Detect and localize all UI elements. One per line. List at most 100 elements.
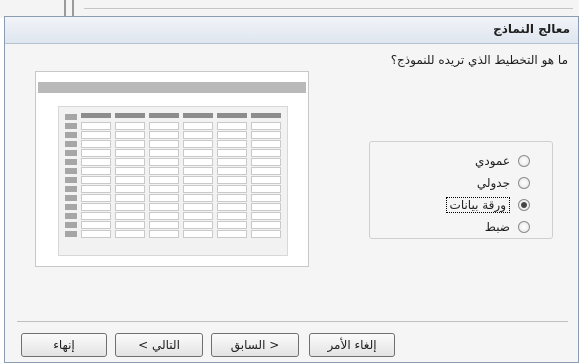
- preview-cell: [81, 203, 111, 211]
- preview-column-header: [251, 113, 281, 118]
- preview-header-bar: [38, 82, 306, 93]
- option-datasheet-label: ورقة بيانات: [445, 197, 510, 213]
- preview-cell: [251, 194, 281, 202]
- preview-cell: [183, 167, 213, 175]
- preview-cell: [217, 167, 247, 175]
- form-wizard-dialog: معالج النماذج ما هو التخطيط الذي تريده ل…: [4, 16, 579, 363]
- preview-cell: [149, 131, 179, 139]
- preview-cell: [149, 158, 179, 166]
- title-bar: معالج النماذج: [5, 17, 578, 44]
- preview-row-header: [65, 159, 77, 165]
- preview-row-header: [65, 168, 77, 174]
- next-button[interactable]: التالي >: [115, 333, 203, 357]
- preview-cell: [217, 176, 247, 184]
- dialog-title: معالج النماذج: [493, 22, 570, 36]
- radio-columnar[interactable]: [518, 155, 530, 167]
- preview-row-header: [65, 195, 77, 201]
- preview-cell: [81, 212, 111, 220]
- option-datasheet[interactable]: ورقة بيانات: [445, 196, 530, 214]
- preview-cell: [217, 194, 247, 202]
- layout-options-group: عمودي جدولي ورقة بيانات ضبط: [369, 141, 553, 239]
- preview-cell: [183, 149, 213, 157]
- preview-row-header: [65, 141, 77, 147]
- preview-cell: [115, 131, 145, 139]
- preview-cell: [115, 185, 145, 193]
- preview-cell: [183, 131, 213, 139]
- layout-question: ما هو التخطيط الذي تريده للنموذج؟: [390, 53, 568, 67]
- preview-cell: [217, 131, 247, 139]
- preview-row-header: [65, 186, 77, 192]
- radio-justified[interactable]: [518, 221, 530, 233]
- preview-row-header: [65, 114, 77, 120]
- background-divider: [84, 8, 573, 9]
- preview-cell: [81, 167, 111, 175]
- preview-cell: [81, 176, 111, 184]
- option-columnar-label: عمودي: [474, 154, 510, 168]
- preview-cell: [149, 149, 179, 157]
- preview-row-header: [65, 150, 77, 156]
- preview-cell: [149, 230, 179, 238]
- option-columnar[interactable]: عمودي: [475, 152, 530, 170]
- preview-cell: [149, 203, 179, 211]
- preview-cell: [81, 221, 111, 229]
- option-justified-label: ضبط: [484, 220, 510, 234]
- cancel-button[interactable]: إلغاء الأمر: [309, 333, 395, 357]
- preview-cell: [251, 212, 281, 220]
- back-button[interactable]: < السابق: [211, 333, 299, 357]
- preview-cell: [149, 194, 179, 202]
- preview-cell: [251, 176, 281, 184]
- preview-cell: [149, 185, 179, 193]
- preview-cell: [183, 185, 213, 193]
- preview-cell: [115, 230, 145, 238]
- preview-column-header: [149, 113, 179, 118]
- preview-cell: [115, 140, 145, 148]
- preview-cell: [115, 194, 145, 202]
- preview-row-header: [65, 204, 77, 210]
- radio-datasheet[interactable]: [518, 199, 530, 211]
- preview-cell: [251, 131, 281, 139]
- preview-column-header: [81, 113, 111, 118]
- preview-cell: [217, 185, 247, 193]
- preview-cell: [183, 221, 213, 229]
- preview-cell: [149, 212, 179, 220]
- preview-cell: [217, 158, 247, 166]
- preview-row-header: [65, 132, 77, 138]
- preview-cell: [217, 149, 247, 157]
- preview-cell: [149, 140, 179, 148]
- preview-cell: [183, 140, 213, 148]
- preview-column-header: [115, 113, 145, 118]
- option-tabular[interactable]: جدولي: [477, 174, 530, 192]
- preview-cell: [217, 140, 247, 148]
- preview-cell: [251, 185, 281, 193]
- radio-tabular[interactable]: [518, 177, 530, 189]
- preview-cell: [115, 176, 145, 184]
- option-tabular-label: جدولي: [476, 176, 510, 190]
- finish-button[interactable]: إنهاء: [21, 333, 107, 357]
- button-separator: [17, 321, 568, 322]
- preview-cell: [115, 122, 145, 130]
- preview-datasheet-grid: [58, 106, 288, 256]
- preview-cell: [115, 149, 145, 157]
- preview-cell: [183, 158, 213, 166]
- preview-cell: [251, 221, 281, 229]
- preview-cell: [217, 221, 247, 229]
- option-justified[interactable]: ضبط: [485, 218, 530, 236]
- preview-cell: [217, 212, 247, 220]
- preview-row-header: [65, 213, 77, 219]
- preview-cell: [183, 203, 213, 211]
- preview-cell: [183, 230, 213, 238]
- preview-column-header: [183, 113, 213, 118]
- preview-cell: [183, 212, 213, 220]
- preview-cell: [183, 176, 213, 184]
- preview-cell: [115, 221, 145, 229]
- preview-cell: [251, 149, 281, 157]
- preview-cell: [81, 131, 111, 139]
- preview-cell: [149, 221, 179, 229]
- preview-row-header: [65, 177, 77, 183]
- preview-cell: [251, 167, 281, 175]
- preview-cell: [81, 158, 111, 166]
- preview-row-header: [65, 222, 77, 228]
- preview-cell: [217, 203, 247, 211]
- preview-cell: [251, 140, 281, 148]
- preview-cell: [81, 149, 111, 157]
